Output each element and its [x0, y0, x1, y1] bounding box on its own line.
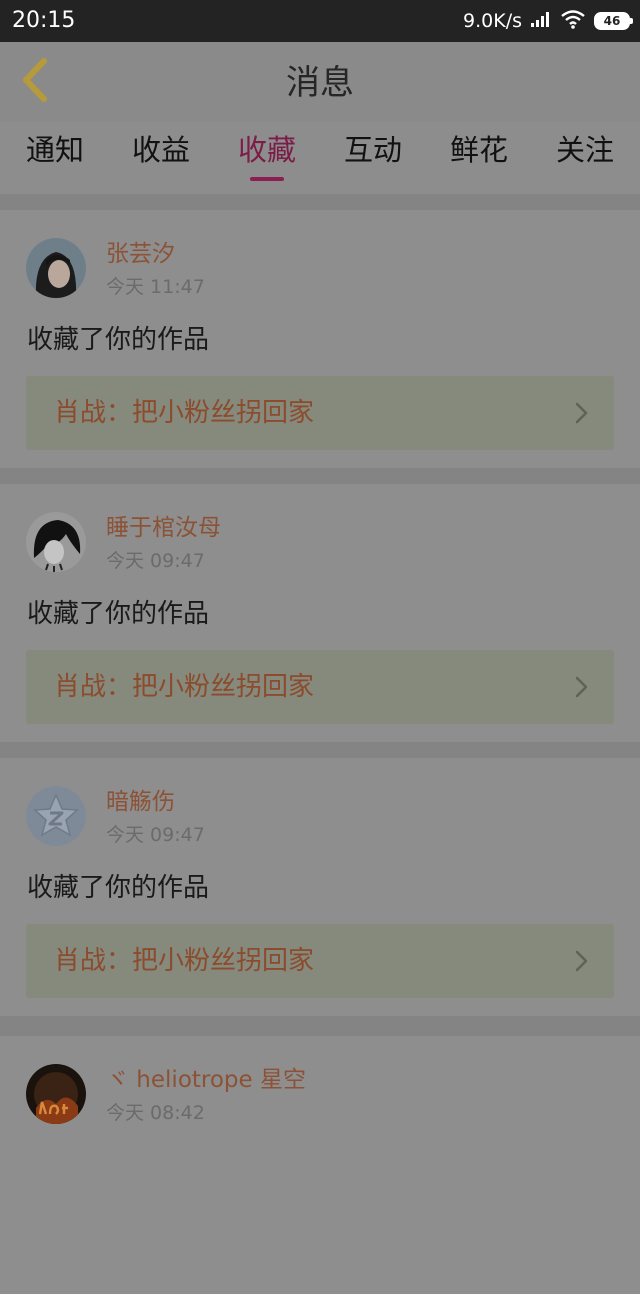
chevron-right-icon — [574, 676, 590, 698]
section-divider — [0, 742, 640, 758]
battery-level: 46 — [603, 14, 621, 28]
avatar[interactable] — [26, 1064, 86, 1124]
message-card: ヾ heliotrope 星空 今天 08:42 — [0, 1036, 640, 1294]
work-link[interactable]: 肖战：把小粉丝拐回家 — [26, 924, 614, 998]
message-card: 张芸汐 今天 11:47 收藏了你的作品 肖战：把小粉丝拐回家 — [0, 210, 640, 468]
page-title: 消息 — [286, 63, 354, 103]
chevron-right-icon — [574, 950, 590, 972]
tab-follows[interactable]: 关注 — [530, 132, 640, 168]
message-time: 今天 09:47 — [106, 550, 205, 572]
tab-interactions[interactable]: 互动 — [318, 132, 428, 168]
user-name[interactable]: 睡于棺汝母 — [106, 513, 221, 543]
tab-bar: 通知 收益 收藏 互动 鲜花 关注 — [0, 122, 640, 194]
action-text: 收藏了你的作品 — [27, 599, 210, 629]
status-bar: 20:15 9.0K/s 46 — [0, 0, 640, 42]
network-speed: 9.0K/s — [463, 10, 522, 32]
battery-icon: 46 — [594, 12, 633, 30]
user-name[interactable]: 暗觞伤 — [106, 787, 175, 817]
signal-bars-icon — [530, 10, 552, 32]
tab-favorites[interactable]: 收藏 — [212, 132, 322, 168]
avatar[interactable] — [26, 238, 86, 298]
status-time: 20:15 — [12, 8, 76, 33]
wifi-icon — [560, 9, 586, 33]
avatar[interactable] — [26, 512, 86, 572]
header-bar: 消息 — [0, 42, 640, 122]
message-time: 今天 09:47 — [106, 824, 205, 846]
work-title: 肖战：把小粉丝拐回家 — [54, 946, 315, 976]
tab-earnings[interactable]: 收益 — [106, 132, 216, 168]
user-name[interactable]: 张芸汐 — [106, 239, 175, 269]
section-divider — [0, 468, 640, 484]
active-tab-indicator — [250, 177, 284, 181]
action-text: 收藏了你的作品 — [27, 873, 210, 903]
tab-flowers[interactable]: 鲜花 — [424, 132, 534, 168]
avatar[interactable] — [26, 786, 86, 846]
section-divider — [0, 1016, 640, 1036]
work-title: 肖战：把小粉丝拐回家 — [54, 398, 315, 428]
message-time: 今天 08:42 — [106, 1102, 205, 1124]
message-card: 暗觞伤 今天 09:47 收藏了你的作品 肖战：把小粉丝拐回家 — [0, 758, 640, 1016]
action-text: 收藏了你的作品 — [27, 325, 210, 355]
work-link[interactable]: 肖战：把小粉丝拐回家 — [26, 376, 614, 450]
work-title: 肖战：把小粉丝拐回家 — [54, 672, 315, 702]
message-card: 睡于棺汝母 今天 09:47 收藏了你的作品 肖战：把小粉丝拐回家 — [0, 484, 640, 742]
message-time: 今天 11:47 — [106, 276, 205, 298]
work-link[interactable]: 肖战：把小粉丝拐回家 — [26, 650, 614, 724]
user-name[interactable]: ヾ heliotrope 星空 — [106, 1065, 306, 1095]
chevron-right-icon — [574, 402, 590, 424]
section-divider — [0, 194, 640, 210]
tab-notifications[interactable]: 通知 — [0, 132, 110, 168]
status-right-group: 9.0K/s 46 — [463, 8, 633, 34]
